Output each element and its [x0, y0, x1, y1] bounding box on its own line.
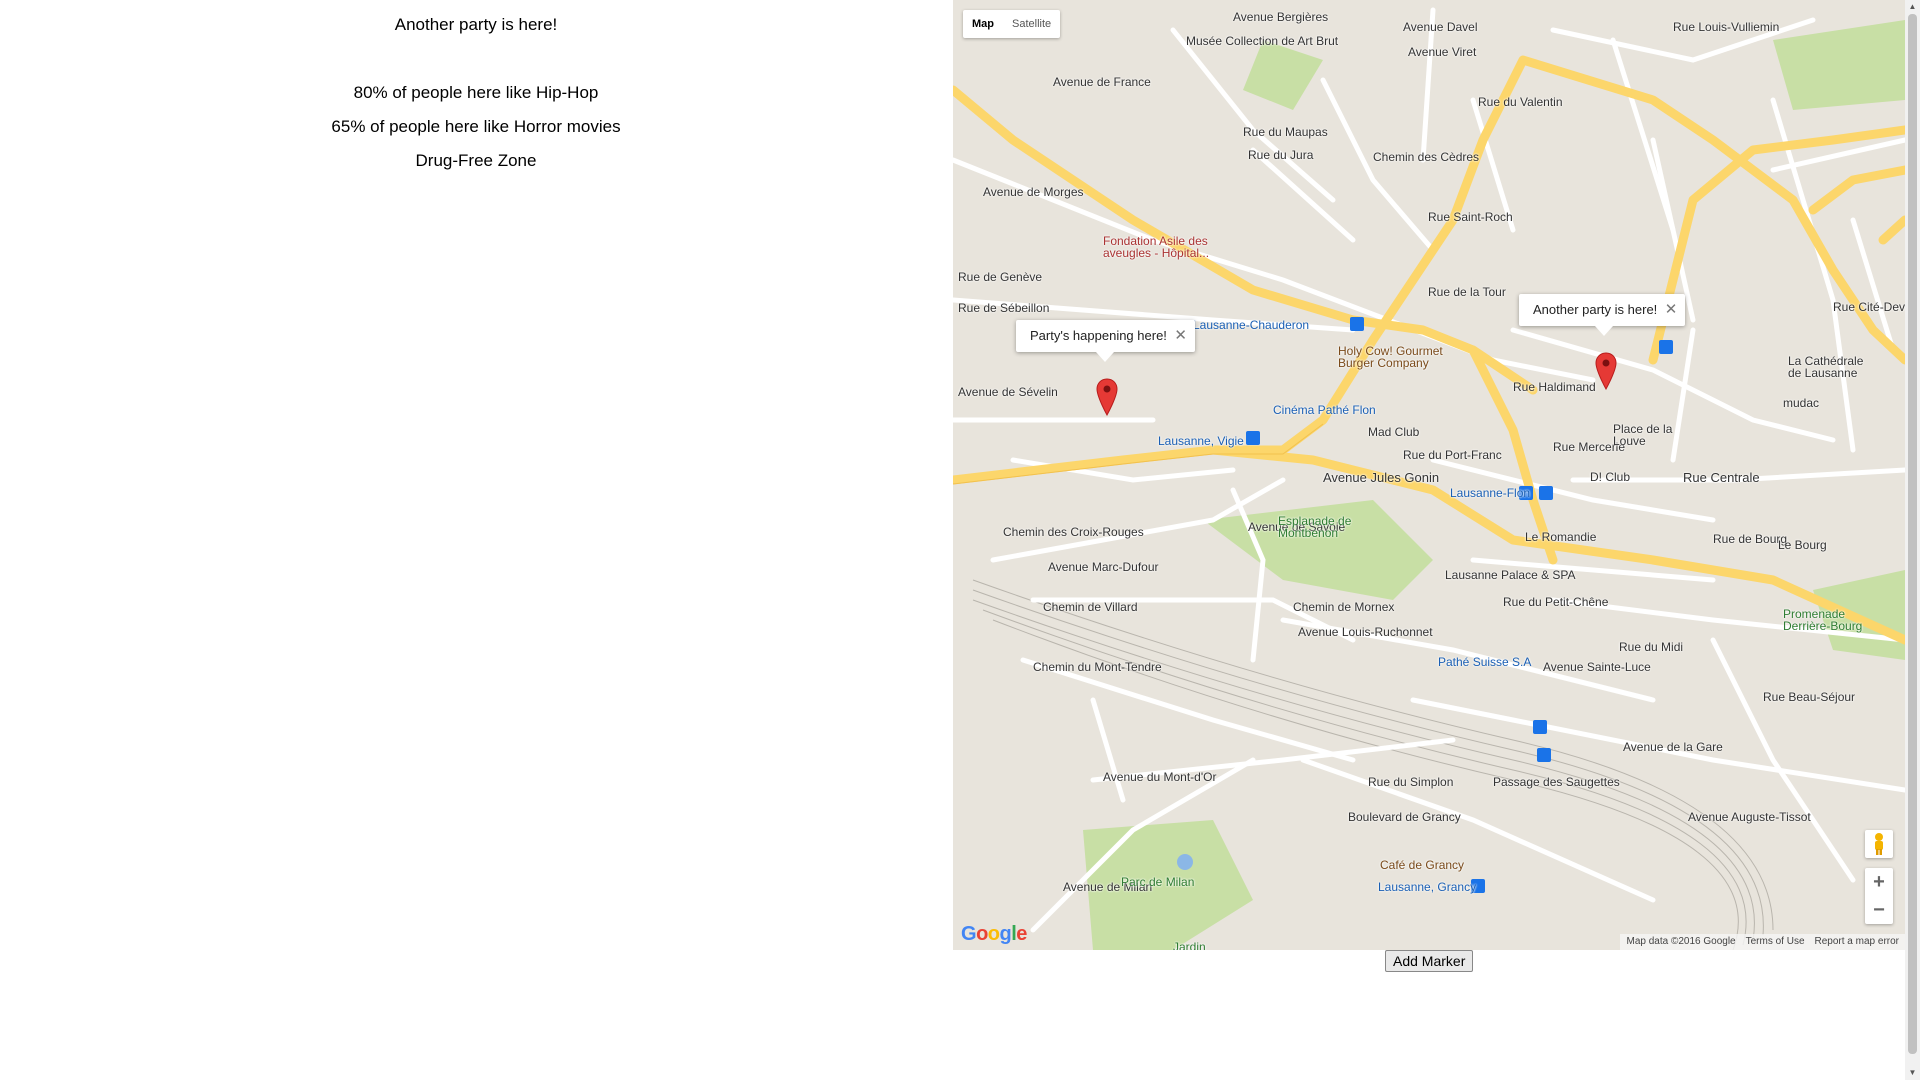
street-label: Rue du Valentin	[1478, 95, 1563, 109]
poi-pathe: Pathé Suisse S.A	[1438, 655, 1532, 669]
street-label: Rue de la Tour	[1428, 285, 1506, 299]
street-label: Rue du Port-Franc	[1403, 448, 1502, 462]
poi-jardin: Jardin	[1173, 940, 1206, 950]
poi-parc-milan: Parc de Milan	[1121, 875, 1195, 889]
poi-cathedrale: La Cathédrale de Lausanne	[1788, 354, 1864, 380]
party-info-line-1: 80% of people here like Hip-Hop	[353, 83, 599, 102]
street-label: Avenue de Sévelin	[958, 385, 1058, 399]
street-label: Avenue Auguste-Tissot	[1688, 810, 1811, 824]
map-type-control[interactable]: Map Satellite	[963, 10, 1061, 38]
street-label: Passage des Saugettes	[1493, 775, 1620, 789]
poi-grancy: Lausanne, Grancy	[1378, 880, 1477, 894]
poi-romandie: Le Romandie	[1525, 530, 1597, 544]
party-info-line-3: Drug-Free Zone	[415, 151, 537, 170]
terms-link[interactable]: Terms of Use	[1746, 934, 1805, 950]
info-window-2-text: Another party is here!	[1533, 302, 1658, 317]
map-type-map-button[interactable]: Map	[963, 10, 1003, 38]
street-label: Rue Centrale	[1683, 470, 1760, 485]
street-label: Avenue Viret	[1408, 45, 1477, 59]
street-label: Avenue Louis-Ruchonnet	[1298, 625, 1433, 639]
street-label: Chemin des Cèdres	[1373, 150, 1480, 164]
street-view-pegman-icon[interactable]	[1865, 830, 1893, 858]
street-label: Chemin du Mont-Tendre	[1033, 660, 1162, 674]
street-label: Rue du Midi	[1619, 640, 1684, 654]
poi-bourg: Le Bourg	[1778, 538, 1827, 552]
street-label: Chemin des Croix-Rouges	[1003, 525, 1144, 539]
street-label: Rue Haldimand	[1513, 380, 1596, 394]
poi-madclub: Mad Club	[1368, 425, 1420, 439]
close-icon[interactable]: ✕	[1665, 294, 1678, 326]
street-label: Chemin de Mornex	[1293, 600, 1395, 614]
street-label: Rue Saint-Roch	[1428, 210, 1513, 224]
street-label: Avenue du Mont-d'Or	[1103, 770, 1217, 784]
scroll-up-icon[interactable]: ▲	[1905, 0, 1920, 14]
street-label: Rue Beau-Séjour	[1763, 690, 1856, 704]
street-label: Rue du Petit-Chêne	[1503, 595, 1609, 609]
map-type-satellite-button[interactable]: Satellite	[1003, 10, 1060, 38]
street-label: Avenue Davel	[1403, 20, 1478, 34]
pond	[1177, 854, 1193, 870]
street-label: Chemin de Villard	[1043, 600, 1138, 614]
scrollbar-thumb[interactable]	[1908, 14, 1917, 1054]
poi-fondation: Fondation Asile des aveugles - Hôpital..…	[1103, 234, 1210, 260]
poi-holycow: Holy Cow! Gourmet Burger Company	[1338, 344, 1443, 370]
page-scrollbar[interactable]: ▲ ▼	[1905, 0, 1920, 1080]
street-label: Rue du Jura	[1248, 148, 1314, 162]
info-window-1-text: Party's happening here!	[1030, 328, 1167, 343]
poi-promenade: Promenade Derrière-Bourg	[1783, 607, 1863, 633]
street-label: Avenue de la Gare	[1623, 740, 1723, 754]
zoom-control[interactable]: + −	[1865, 868, 1893, 924]
poi-cinema: Cinéma Pathé Flon	[1273, 403, 1376, 417]
poi-grancy-cafe: Café de Grancy	[1380, 858, 1465, 872]
street-label: Avenue Marc-Dufour	[1048, 560, 1159, 574]
map-footer: Map data ©2016 Google Terms of Use Repor…	[1620, 934, 1905, 950]
scroll-down-icon[interactable]: ▼	[1905, 1066, 1920, 1080]
poi-mudac: mudac	[1783, 396, 1820, 410]
street-label: Rue Cité-Devant	[1833, 300, 1905, 314]
poi-place: Place de la Louve	[1613, 422, 1673, 448]
party-info-line-2: 65% of people here like Horror movies	[331, 117, 621, 136]
street-label: Avenue Sainte-Luce	[1543, 660, 1651, 674]
poi-chauderon: Lausanne-Chauderon	[1193, 318, 1310, 332]
map-marker-1[interactable]	[1096, 378, 1118, 416]
google-map[interactable]: Musée Collection de Art Brut Avenue Berg…	[953, 0, 1905, 950]
add-marker-button[interactable]: Add Marker	[1385, 950, 1474, 972]
close-icon[interactable]: ✕	[1174, 320, 1187, 352]
street-label: Rue du Simplon	[1368, 775, 1454, 789]
info-window-1: Party's happening here! ✕	[1016, 320, 1195, 362]
poi-flon: Lausanne-Flon	[1450, 486, 1531, 500]
street-label: Rue du Maupas	[1243, 125, 1328, 139]
poi-palace: Lausanne Palace & SPA	[1445, 568, 1576, 582]
poi-esplanade: Esplanade de Montbenon	[1278, 514, 1352, 540]
report-error-link[interactable]: Report a map error	[1815, 934, 1899, 950]
party-info-panel: Another party is here! 80% of people her…	[0, 0, 952, 950]
info-window-tail	[1096, 352, 1114, 362]
street-label: Avenue de France	[1053, 75, 1151, 89]
party-title: Another party is here!	[394, 15, 558, 34]
poi-vigie: Lausanne, Vigie	[1158, 434, 1244, 448]
map-marker-2[interactable]	[1595, 352, 1617, 390]
street-label: Rue de Sébeillon	[958, 301, 1050, 315]
poi-musee: Musée Collection de Art Brut	[1186, 34, 1339, 48]
street-label: Rue Louis-Vulliemin	[1673, 20, 1780, 34]
google-logo: Google	[961, 923, 1027, 945]
info-window-tail	[1595, 326, 1613, 336]
map-data-attribution: Map data ©2016 Google	[1626, 936, 1736, 947]
street-label: Boulevard de Grancy	[1348, 810, 1461, 824]
street-label: Avenue Bergières	[1233, 10, 1329, 24]
street-label: Rue de Genève	[958, 270, 1043, 284]
poi-dclub: D! Club	[1590, 470, 1631, 484]
street-label: Avenue de Morges	[983, 185, 1084, 199]
zoom-out-icon[interactable]: −	[1865, 896, 1893, 924]
info-window-2: Another party is here! ✕	[1519, 294, 1686, 336]
street-label: Rue de Bourg	[1713, 532, 1788, 546]
zoom-in-icon[interactable]: +	[1865, 868, 1893, 896]
street-label: Avenue Jules Gonin	[1323, 470, 1440, 485]
